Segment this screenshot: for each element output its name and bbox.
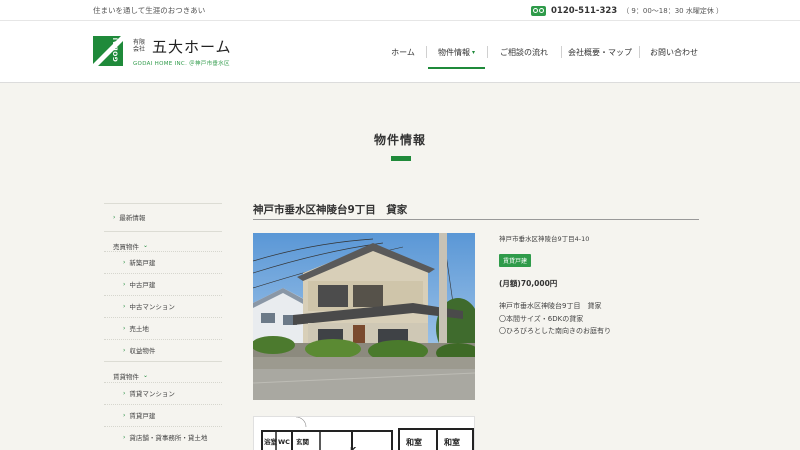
title-underline <box>391 156 411 161</box>
description-line: 〇ひろびろとした南向きのお庭有り <box>499 327 611 335</box>
property-type-badge: 賃貸戸建 <box>499 254 532 267</box>
floor-plan-label-entrance: 玄関 <box>296 437 310 446</box>
logo-mark[interactable]: GODAI <box>93 36 123 66</box>
chevron-right-icon: › <box>123 258 126 266</box>
floor-plan-label-washitsu-1: 和室 <box>406 437 422 447</box>
chevron-right-icon: › <box>123 433 126 441</box>
phone-number[interactable]: 0120-511-323 <box>551 6 617 16</box>
phone-contact[interactable]: 0120-511-323 （ 9：00〜18：30 水曜定休 ） <box>531 4 723 17</box>
house-photo-illustration <box>253 233 475 400</box>
floor-plan-label-wc: WC <box>278 438 290 446</box>
nav-contact[interactable]: お問い合わせ <box>639 21 709 83</box>
property-photo[interactable] <box>253 233 475 400</box>
title-divider <box>253 219 699 220</box>
chevron-right-icon: › <box>123 280 126 288</box>
company-name[interactable]: 五大ホーム <box>152 36 232 57</box>
chevron-right-icon: › <box>123 324 126 332</box>
sidebar-item-rental-condo[interactable]: › 賃貸マンション <box>104 382 222 403</box>
property-title: 神戸市垂水区神陵台9丁目 貸家 <box>253 204 408 216</box>
floor-plan[interactable]: 浴室 WC 玄関 K 和室 和室 <box>253 416 475 450</box>
property-address: 神戸市垂水区神陵台9丁目4-10 <box>499 235 590 243</box>
business-hours: （ 9：00〜18：30 水曜定休 ） <box>622 6 724 15</box>
floor-plan-label-kitchen: K <box>350 446 357 450</box>
chevron-right-icon: › <box>113 213 116 221</box>
sidebar-group-label: 賃貸物件 <box>113 372 139 381</box>
nav-property-info-label: 物件情報 <box>437 47 470 57</box>
sidebar-item-label: 最新情報 <box>119 214 146 222</box>
sidebar-item-label: 収益物件 <box>129 347 156 355</box>
sidebar-item-label: 賃貸戸建 <box>129 412 156 420</box>
chevron-right-icon: › <box>123 302 126 310</box>
nav-company-map[interactable]: 会社概要・マップ <box>561 21 639 83</box>
company-type: 有限会社 <box>133 39 146 53</box>
sidebar-item-new-house[interactable]: › 新築戸建 <box>104 251 222 272</box>
floor-plan-drawing: 浴室 WC 玄関 K 和室 和室 <box>261 416 474 450</box>
chevron-right-icon: › <box>123 346 126 354</box>
free-dial-icon <box>531 5 546 16</box>
chevron-right-icon: › <box>123 411 126 419</box>
tagline: 住まいを通して生涯のおつきあい <box>93 6 206 15</box>
chevron-down-icon: ▾ <box>471 48 475 56</box>
sidebar-item-label: 中古マンション <box>129 303 175 311</box>
nav-consultation-flow-label: ご相談の流れ <box>500 47 548 57</box>
sidebar-item-label: 新築戸建 <box>129 259 156 267</box>
floor-plan-label-bath: 浴室 <box>264 437 278 446</box>
sidebar-item-label: 中古戸建 <box>129 281 156 289</box>
sidebar-item-used-condo[interactable]: › 中古マンション <box>104 295 222 316</box>
description-line: 〇本間サイズ・6DKの貸家 <box>499 314 584 323</box>
chevron-right-icon: › <box>123 389 126 397</box>
company-english-name: GODAI HOME INC. ＠神戸市垂水区 <box>133 61 230 67</box>
sidebar-item-label: 貸店舗・貸事務所・貸土地 <box>129 434 208 442</box>
sidebar-item-used-house[interactable]: › 中古戸建 <box>104 273 222 294</box>
sidebar-item-rental-house[interactable]: › 賃貸戸建 <box>104 404 222 425</box>
sidebar-item-label: 売土地 <box>129 325 149 333</box>
nav-consultation-flow[interactable]: ご相談の流れ <box>487 21 561 83</box>
sidebar-item-income-property[interactable]: › 収益物件 <box>104 339 222 360</box>
floor-plan-label-washitsu-2: 和室 <box>444 437 460 447</box>
nav-property-info[interactable]: 物件情報 ▾ <box>426 21 487 83</box>
property-info: 神戸市垂水区神陵台9丁目4-10 賃貸戸建 (月額)70,000円 神戸市垂水区… <box>499 233 699 335</box>
site-header: GODAI 有限会社 五大ホーム GODAI HOME INC. ＠神戸市垂水区… <box>0 21 800 83</box>
property-rent: (月額)70,000円 <box>499 279 558 288</box>
sidebar-item-latest[interactable]: › 最新情報 <box>104 203 222 230</box>
nav-home-label: ホーム <box>391 47 415 57</box>
nav-company-map-label: 会社概要・マップ <box>568 47 632 57</box>
top-bar: 住まいを通して生涯のおつきあい 0120-511-323 （ 9：00〜18：3… <box>0 0 800 21</box>
sidebar-item-label: 賃貸マンション <box>129 390 175 398</box>
logo-mark-text: GODAI <box>112 37 120 62</box>
nav-home[interactable]: ホーム <box>384 21 422 83</box>
chevron-down-icon: ⌄ <box>143 242 149 249</box>
description-line: 神戸市垂水区神陵台9丁目 貸家 <box>499 302 602 310</box>
property-description: 神戸市垂水区神陵台9丁目 貸家 〇本間サイズ・6DKの貸家 〇ひろびろとした南向… <box>499 300 611 338</box>
page-title: 物件情報 <box>373 133 426 147</box>
sidebar-item-rental-shop-office-land[interactable]: › 貸店舗・貸事務所・貸土地 <box>104 426 222 447</box>
sidebar-group-label: 売買物件 <box>113 242 139 251</box>
nav-contact-label: お問い合わせ <box>650 47 698 57</box>
sidebar-item-land[interactable]: › 売土地 <box>104 317 222 338</box>
chevron-down-icon: ⌄ <box>143 372 149 379</box>
